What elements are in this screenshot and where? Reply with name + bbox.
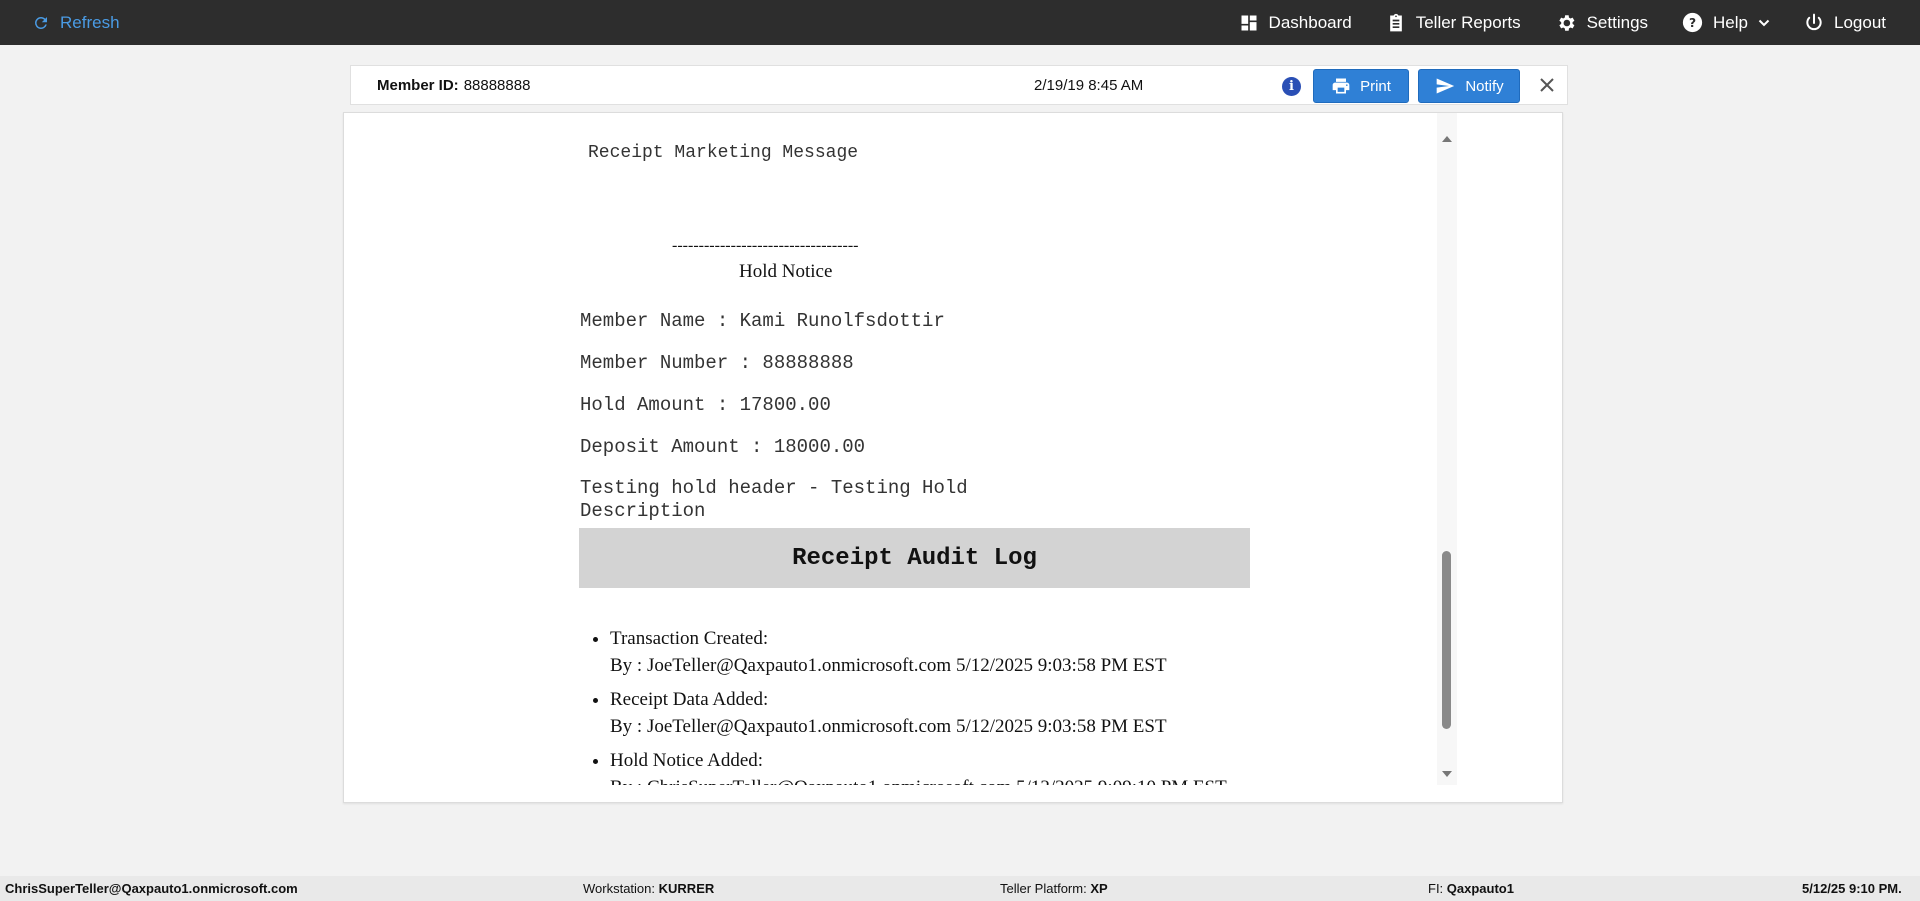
notify-button[interactable]: Notify	[1418, 69, 1520, 103]
receipt-scrollbar[interactable]	[1437, 113, 1457, 785]
nav-teller-reports[interactable]: Teller Reports	[1386, 13, 1521, 33]
top-nav-bar: Refresh Dashboard Teller Reports Setting…	[0, 0, 1920, 45]
help-circle-icon: ?	[1682, 12, 1703, 33]
refresh-button[interactable]: Refresh	[32, 0, 120, 45]
member-name-line: Member Name : Kami Runolfsdottir	[580, 310, 945, 332]
member-id-label: Member ID:	[377, 76, 459, 94]
audit-entry: Transaction Created: By : JoeTeller@Qaxp…	[610, 625, 1310, 679]
fi-value: Qaxpauto1	[1446, 881, 1514, 896]
workstation-label: Workstation:	[583, 881, 656, 896]
status-datetime: 5/12/25 9:10 PM.	[1802, 876, 1902, 901]
scroll-up-arrow-icon[interactable]	[1442, 136, 1452, 142]
status-workstation: Workstation: KURRER	[583, 876, 714, 901]
scrollbar-thumb[interactable]	[1442, 551, 1451, 729]
refresh-label: Refresh	[60, 12, 120, 32]
audit-by: By : ChrisSuperTeller@Qaxpauto1.onmicros…	[610, 777, 1227, 785]
nav-help-label: Help	[1713, 12, 1748, 32]
workstation-value: KURRER	[658, 881, 715, 896]
fi-label: FI:	[1428, 881, 1444, 896]
nav-teller-reports-label: Teller Reports	[1415, 12, 1521, 32]
audit-event: Receipt Data Added:	[610, 689, 769, 710]
deposit-amount-line: Deposit Amount : 18000.00	[580, 436, 866, 458]
scroll-down-arrow-icon[interactable]	[1442, 771, 1452, 777]
receipt-datetime: 2/19/19 8:45 AM	[1034, 76, 1144, 94]
nav-logout[interactable]: Logout	[1804, 13, 1886, 33]
nav-dashboard-label: Dashboard	[1268, 12, 1352, 32]
member-number-line: Member Number : 88888888	[580, 352, 854, 374]
nav-settings-label: Settings	[1586, 12, 1649, 32]
send-icon	[1436, 78, 1455, 94]
print-label: Print	[1360, 77, 1391, 95]
hold-notice-title: Hold Notice	[739, 261, 833, 282]
audit-log-header: Receipt Audit Log	[579, 528, 1250, 588]
separator-line: -----------------------------------	[672, 237, 859, 254]
audit-by: By : JoeTeller@Qaxpauto1.onmicrosoft.com…	[610, 716, 1167, 737]
chevron-down-icon	[1758, 19, 1770, 26]
status-platform: Teller Platform: XP	[1000, 876, 1108, 901]
nav-help[interactable]: ? Help	[1682, 12, 1770, 33]
nav-settings[interactable]: Settings	[1555, 12, 1648, 34]
status-fi: FI: Qaxpauto1	[1428, 876, 1514, 901]
hold-description: Testing hold header - Testing Hold Descr…	[580, 477, 968, 522]
hold-amount-line: Hold Amount : 17800.00	[580, 394, 831, 416]
platform-value: XP	[1090, 881, 1108, 896]
audit-entry: Receipt Data Added: By : JoeTeller@Qaxpa…	[610, 686, 1310, 740]
audit-log-list: Transaction Created: By : JoeTeller@Qaxp…	[580, 625, 1310, 785]
marketing-message: Receipt Marketing Message	[588, 143, 859, 163]
dashboard-icon	[1241, 15, 1257, 30]
notify-label: Notify	[1465, 77, 1504, 95]
receipt-panel: Receipt Marketing Message --------------…	[343, 112, 1563, 803]
main-nav: Dashboard Teller Reports Settings ? Help	[1239, 0, 1886, 45]
status-user: ChrisSuperTeller@Qaxpauto1.onmicrosoft.c…	[5, 876, 298, 901]
member-id: Member ID: 88888888	[377, 66, 530, 104]
nav-logout-label: Logout	[1834, 12, 1886, 32]
print-button[interactable]: Print	[1313, 69, 1409, 103]
member-id-value: 88888888	[463, 76, 531, 94]
gear-icon	[1558, 14, 1574, 31]
platform-label: Teller Platform:	[1000, 881, 1087, 896]
receipt-content: Receipt Marketing Message --------------…	[344, 113, 1444, 785]
info-icon[interactable]: i	[1282, 77, 1301, 96]
audit-entry: Hold Notice Added: By : ChrisSuperTeller…	[610, 747, 1310, 785]
status-datetime-value: 5/12/25 9:10 PM.	[1802, 881, 1902, 896]
clipboard-icon	[1389, 13, 1402, 31]
close-icon[interactable]	[1537, 75, 1557, 95]
audit-event: Transaction Created:	[610, 628, 769, 649]
audit-event: Hold Notice Added:	[610, 750, 764, 771]
status-user-value: ChrisSuperTeller@Qaxpauto1.onmicrosoft.c…	[5, 881, 298, 896]
audit-by: By : JoeTeller@Qaxpauto1.onmicrosoft.com…	[610, 655, 1167, 676]
receipt-header-bar: Member ID: 88888888 2/19/19 8:45 AM i Pr…	[350, 65, 1568, 105]
svg-text:?: ?	[1689, 16, 1696, 30]
printer-icon	[1332, 78, 1350, 94]
refresh-icon	[35, 16, 47, 29]
nav-dashboard[interactable]: Dashboard	[1239, 13, 1352, 33]
status-bar: ChrisSuperTeller@Qaxpauto1.onmicrosoft.c…	[0, 876, 1920, 901]
power-icon	[1806, 13, 1822, 30]
